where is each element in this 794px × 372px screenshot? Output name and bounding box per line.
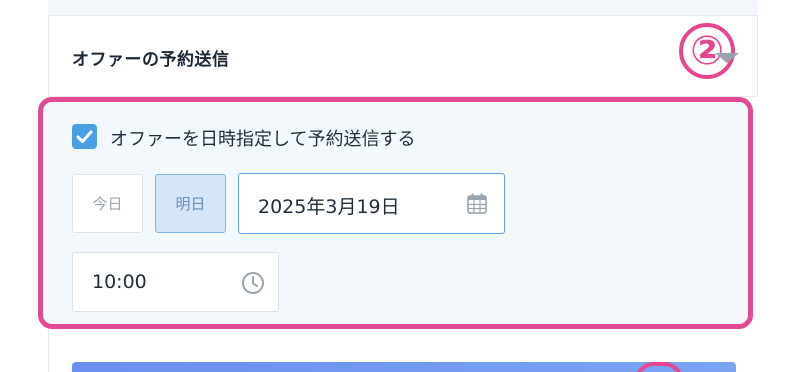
- schedule-checkbox[interactable]: [72, 124, 97, 149]
- card-border-right: [757, 16, 758, 96]
- date-field[interactable]: 2025年3月19日: [238, 173, 505, 234]
- check-icon: [76, 130, 93, 143]
- chevron-down-icon[interactable]: [715, 53, 739, 63]
- calendar-icon[interactable]: [467, 193, 487, 215]
- clock-icon[interactable]: [241, 271, 265, 295]
- time-value: 10:00: [92, 271, 147, 293]
- today-button[interactable]: 今日: [72, 174, 143, 233]
- tomorrow-button[interactable]: 明日: [155, 174, 226, 233]
- schedule-checkbox-label[interactable]: オファーを日時指定して予約送信する: [110, 125, 415, 151]
- date-value: 2025年3月19日: [258, 196, 400, 218]
- section-title: オファーの予約送信: [72, 50, 230, 70]
- section-header[interactable]: オファーの予約送信 ②: [49, 17, 757, 97]
- time-field[interactable]: 10:00: [72, 252, 279, 312]
- previous-section-strip: [48, 0, 758, 16]
- step-number-badge: ②: [679, 23, 735, 79]
